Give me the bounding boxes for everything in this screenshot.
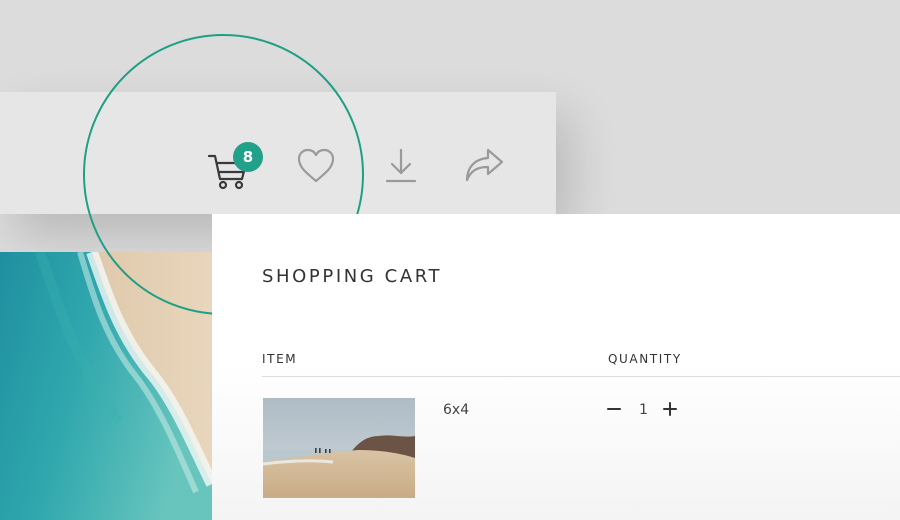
cart-title: SHOPPING CART: [262, 266, 443, 287]
cart-count-badge: 8: [233, 142, 263, 172]
heart-icon: [296, 148, 336, 184]
download-icon: [381, 146, 421, 186]
download-button[interactable]: [381, 146, 421, 186]
item-column-header: ITEM: [262, 352, 298, 366]
quantity-increase-button[interactable]: [659, 400, 681, 422]
favorite-button[interactable]: [296, 146, 336, 186]
share-icon: [462, 146, 506, 186]
header-divider: [262, 376, 900, 377]
quantity-column-header: QUANTITY: [608, 352, 682, 366]
share-button[interactable]: [464, 146, 504, 186]
aerial-beach-photo: [0, 252, 212, 520]
item-thumbnail[interactable]: [263, 398, 415, 498]
plus-icon: [662, 401, 678, 421]
minus-icon: [606, 401, 622, 421]
shopping-cart-panel: SHOPPING CART ITEM QUANTITY 6x4 1: [212, 214, 900, 520]
quantity-value: 1: [639, 402, 648, 418]
quantity-decrease-button[interactable]: [603, 400, 625, 422]
image-toolbar: [0, 92, 556, 214]
item-size: 6x4: [443, 402, 470, 418]
